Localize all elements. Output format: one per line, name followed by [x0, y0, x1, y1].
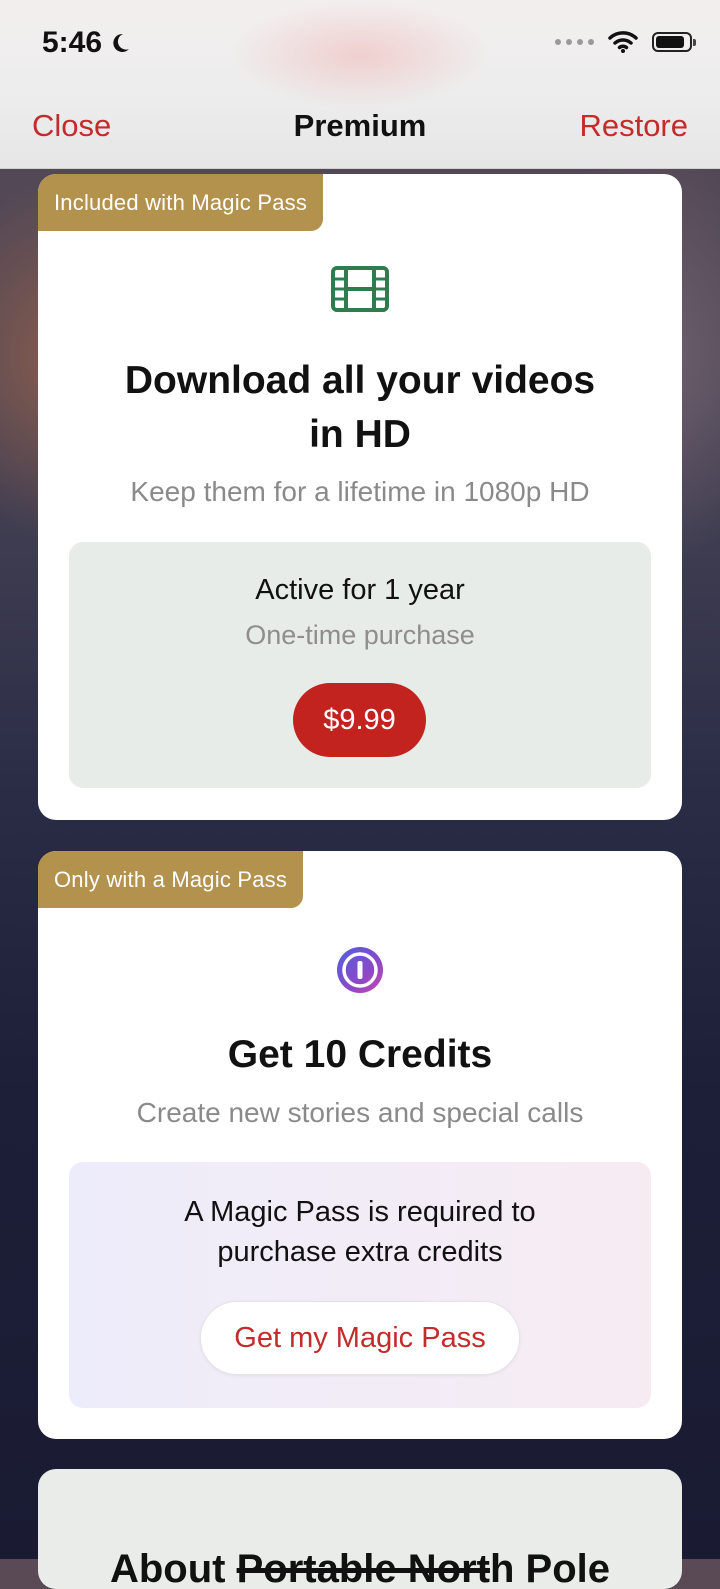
status-icons — [555, 30, 696, 54]
hd-subtitle: Keep them for a lifetime in 1080p HD — [130, 476, 590, 507]
signal-dots-icon — [555, 39, 594, 45]
about-title-suffix: h Pole — [489, 1547, 610, 1589]
hd-title-line1: Download all your videos — [124, 359, 596, 402]
wifi-icon — [608, 31, 638, 53]
about-card: About Portable North Pole — [38, 1469, 682, 1589]
notice-line2: purchase extra credits — [217, 1236, 503, 1268]
credits-subtitle: Create new stories and special calls — [136, 1097, 584, 1128]
offer-title: Active for 1 year — [255, 574, 465, 606]
credits-title: Get 10 Credits — [227, 1033, 493, 1076]
battery-icon — [652, 32, 696, 52]
status-time: 5:46 — [42, 26, 132, 60]
included-badge: Included with Magic Pass — [38, 174, 324, 231]
moon-icon — [113, 33, 130, 52]
header-tint — [230, 0, 490, 110]
top-bar: 5:46 Close Premium Restore — [0, 0, 720, 169]
get-magic-pass-button[interactable]: Get my Magic Pass — [200, 1301, 520, 1375]
close-button[interactable]: Close — [32, 108, 111, 144]
notice-line1: A Magic Pass is required to — [184, 1196, 536, 1228]
credit-coin-icon — [337, 947, 383, 993]
notice-text: A Magic Pass is required to purchase ext… — [69, 1192, 651, 1272]
about-title: About Portable North Pole — [38, 1547, 682, 1589]
about-title-prefix: About — [109, 1547, 237, 1589]
magic-pass-badge: Only with a Magic Pass — [38, 851, 304, 908]
hd-title-line2: in HD — [309, 413, 411, 456]
hd-offer-box: Active for 1 year One-time purchase $9.9… — [69, 542, 651, 788]
time-label: 5:46 — [42, 26, 103, 59]
hd-title: Download all your videos in HD — [38, 354, 682, 462]
restore-button[interactable]: Restore — [579, 108, 688, 144]
coin-icon-wrap — [38, 945, 682, 995]
buy-price-button[interactable]: $9.99 — [293, 683, 426, 757]
film-icon — [331, 266, 389, 312]
offer-subtitle: One-time purchase — [245, 620, 475, 650]
hd-download-card: Included with Magic Pass Download all yo… — [38, 174, 682, 820]
about-title-struck: Portable Nort — [236, 1547, 490, 1589]
film-icon-wrap — [38, 266, 682, 312]
credits-card: Only with a Magic Pass Get 10 Credits Cr… — [38, 851, 682, 1439]
magic-pass-notice-box: A Magic Pass is required to purchase ext… — [69, 1162, 651, 1408]
